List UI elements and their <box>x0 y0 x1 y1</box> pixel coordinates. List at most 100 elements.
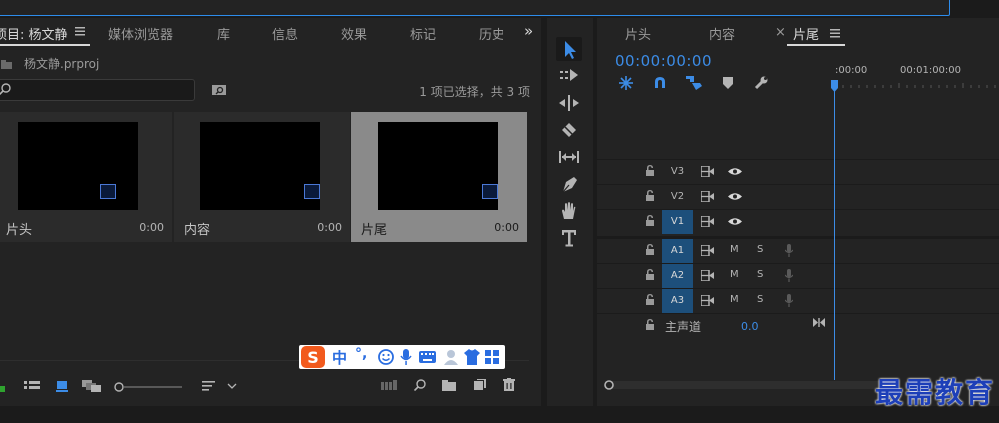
track-lock-icon[interactable] <box>646 190 654 201</box>
track-v1[interactable]: V1 <box>597 209 999 234</box>
toggle-sync-lock-icon[interactable] <box>701 216 714 227</box>
ime-toolbar[interactable]: S 中 °, <box>299 345 505 369</box>
timeline-horizontal-scrollbar[interactable] <box>604 380 899 390</box>
mute-button[interactable]: M <box>730 269 739 280</box>
track-v2[interactable]: V2 <box>597 184 999 209</box>
tab-media-browser[interactable]: 媒体浏览器 <box>108 24 173 43</box>
time-ruler[interactable] <box>833 78 999 88</box>
voice-over-mic-icon[interactable] <box>785 244 793 257</box>
nest-sequence-icon[interactable] <box>619 76 633 90</box>
panel-menu-icon[interactable] <box>75 26 85 36</box>
track-lock-icon[interactable] <box>646 215 654 226</box>
project-search-input[interactable] <box>0 79 195 101</box>
toggle-sync-lock-icon[interactable] <box>701 295 714 306</box>
track-lock-icon[interactable] <box>646 244 654 255</box>
new-item-icon[interactable] <box>474 379 486 391</box>
toolbox-grid-icon[interactable] <box>485 350 499 364</box>
ime-punctuation-toggle[interactable]: °, <box>355 346 367 362</box>
wrench-icon[interactable] <box>754 76 768 90</box>
keyboard-icon[interactable] <box>419 351 436 363</box>
track-label-targeted[interactable]: A2 <box>662 264 693 288</box>
solo-button[interactable]: S <box>757 244 763 255</box>
tab-history[interactable]: 历史 <box>479 24 503 43</box>
tab-sequence-opening[interactable]: 片头 <box>625 24 651 43</box>
track-lock-icon[interactable] <box>646 165 654 176</box>
emoji-icon[interactable] <box>378 349 394 365</box>
tab-markers[interactable]: 标记 <box>410 24 436 43</box>
tab-project[interactable]: 项目: 杨文静 <box>0 24 68 43</box>
new-search-bin-icon[interactable] <box>212 84 226 95</box>
lock-icon[interactable] <box>0 382 6 392</box>
tab-libraries[interactable]: 库 <box>217 24 230 43</box>
toggle-sync-lock-icon[interactable] <box>701 245 714 256</box>
ripple-edit-tool[interactable] <box>556 91 582 115</box>
toggle-sync-lock-icon[interactable] <box>701 191 714 202</box>
track-label-targeted[interactable]: V1 <box>662 210 693 234</box>
hand-tool[interactable] <box>556 199 582 223</box>
panel-divider[interactable] <box>593 18 597 406</box>
track-label-targeted[interactable]: A3 <box>662 289 693 313</box>
razor-tool[interactable] <box>556 118 582 142</box>
track-a2[interactable]: A2 M S <box>597 263 999 288</box>
slip-tool[interactable] <box>556 145 582 169</box>
go-to-end-icon[interactable] <box>813 318 825 327</box>
tab-info[interactable]: 信息 <box>272 24 298 43</box>
sort-icon[interactable] <box>202 380 238 392</box>
track-lock-icon[interactable] <box>646 269 654 280</box>
voice-over-mic-icon[interactable] <box>785 269 793 282</box>
tab-sequence-content[interactable]: 内容 <box>709 24 735 43</box>
tab-sequence-ending[interactable]: 片尾 <box>793 24 819 43</box>
track-master[interactable]: 主声道 0.0 <box>597 313 999 338</box>
zoom-slider[interactable] <box>114 381 184 393</box>
panel-divider[interactable] <box>541 18 547 406</box>
solo-button[interactable]: S <box>757 269 763 280</box>
tabs-overflow-button[interactable]: » <box>524 22 533 40</box>
clip-item-opening[interactable]: 片头 0:00 <box>0 112 172 242</box>
track-a3[interactable]: A3 M S <box>597 288 999 313</box>
track-select-tool[interactable] <box>556 64 582 88</box>
playhead-timecode[interactable]: 00:00:00:00 <box>615 52 712 70</box>
playhead-line[interactable] <box>831 80 838 380</box>
linked-selection-icon[interactable] <box>686 76 702 90</box>
ime-language-toggle[interactable]: 中 <box>332 347 347 368</box>
trash-icon[interactable] <box>503 378 515 391</box>
icon-view-icon[interactable] <box>56 380 68 392</box>
track-lock-icon[interactable] <box>646 319 654 330</box>
tab-effects[interactable]: 效果 <box>341 24 367 43</box>
list-view-icon[interactable] <box>24 381 40 392</box>
toggle-sync-lock-icon[interactable] <box>701 270 714 281</box>
mute-button[interactable]: M <box>730 294 739 305</box>
clip-item-ending[interactable]: 片尾 0:00 <box>351 112 527 242</box>
track-lock-icon[interactable] <box>646 294 654 305</box>
find-icon[interactable] <box>414 379 426 391</box>
toggle-visibility-eye-icon[interactable] <box>728 217 742 226</box>
freeform-view-icon[interactable] <box>82 380 102 392</box>
panel-menu-icon[interactable] <box>830 29 840 39</box>
master-volume-value[interactable]: 0.0 <box>741 320 759 333</box>
track-a1[interactable]: A1 M S <box>597 238 999 263</box>
toggle-sync-lock-icon[interactable] <box>701 166 714 177</box>
add-marker-icon[interactable] <box>723 77 733 89</box>
track-label-targeted[interactable]: A1 <box>662 239 693 263</box>
toggle-visibility-eye-icon[interactable] <box>728 192 742 201</box>
close-tab-icon[interactable]: × <box>775 25 786 40</box>
microphone-icon[interactable] <box>400 349 412 365</box>
new-bin-icon[interactable] <box>442 380 456 391</box>
solo-button[interactable]: S <box>757 294 763 305</box>
skin-shirt-icon[interactable] <box>464 349 480 365</box>
automate-to-sequence-icon[interactable] <box>381 380 397 391</box>
track-label[interactable]: V3 <box>662 160 693 184</box>
mute-button[interactable]: M <box>730 244 739 255</box>
toggle-visibility-eye-icon[interactable] <box>728 167 742 176</box>
workspace-strip[interactable] <box>0 0 950 16</box>
track-label[interactable]: V2 <box>662 185 693 209</box>
clip-item-content[interactable]: 内容 0:00 <box>174 112 350 242</box>
type-tool[interactable] <box>556 226 582 250</box>
sogou-logo-icon[interactable]: S <box>301 346 325 368</box>
selection-tool[interactable] <box>556 37 582 61</box>
voice-over-mic-icon[interactable] <box>785 294 793 307</box>
snap-magnet-icon[interactable] <box>653 76 667 90</box>
track-v3[interactable]: V3 <box>597 159 999 184</box>
user-icon[interactable] <box>444 349 458 365</box>
pen-tool[interactable] <box>556 172 582 196</box>
